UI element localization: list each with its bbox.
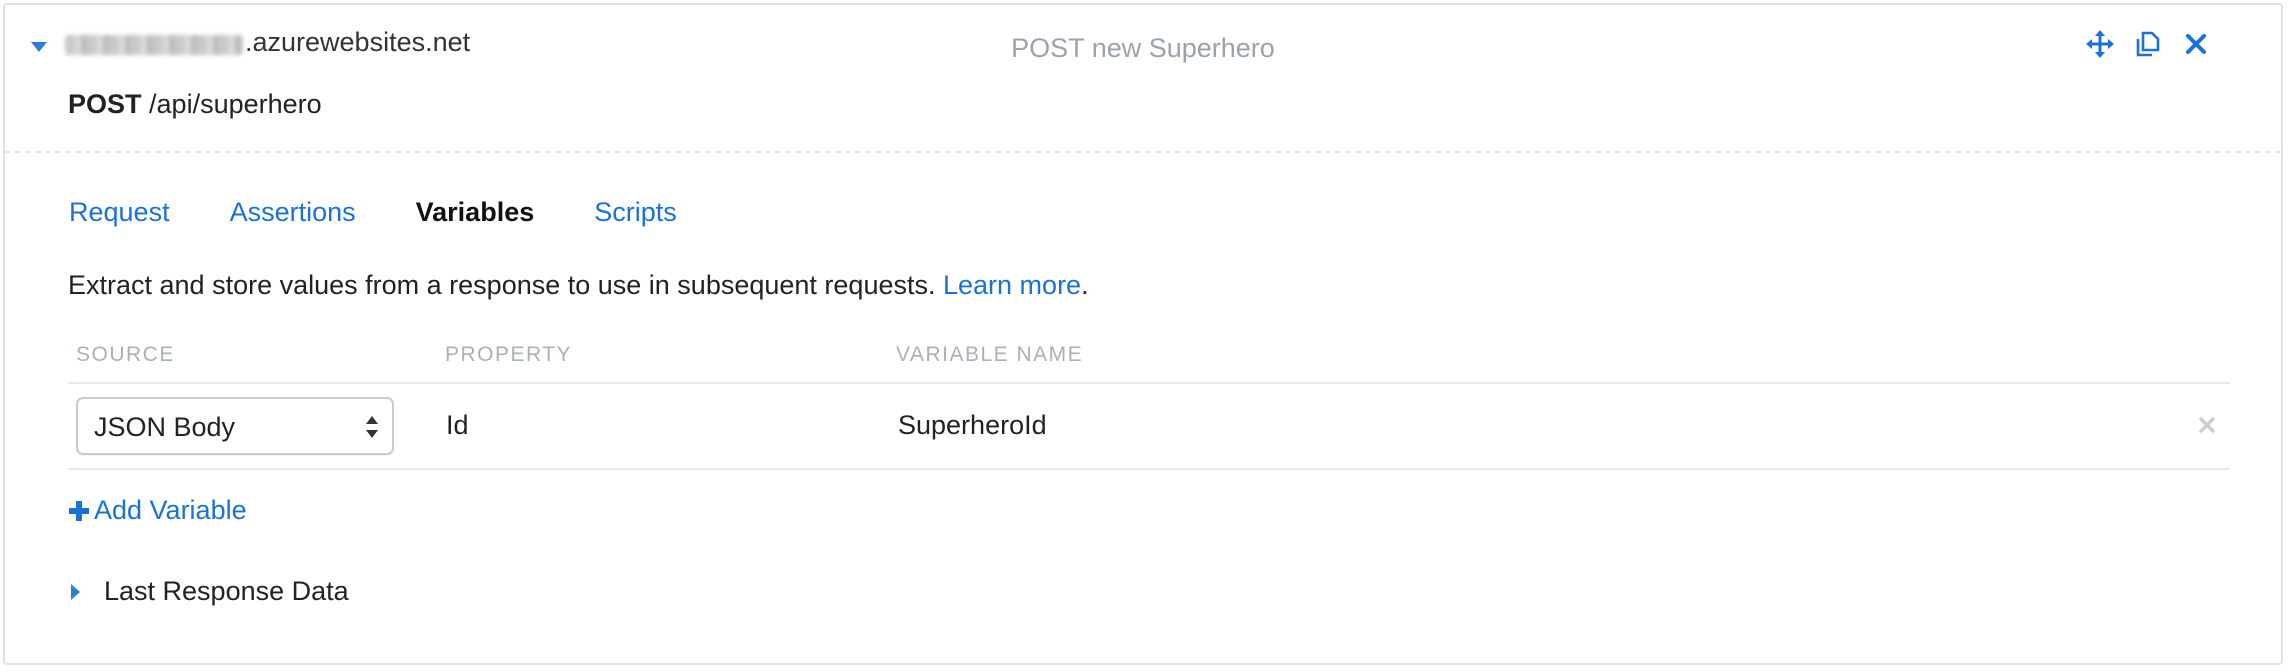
column-header-variable-name: VARIABLE NAME xyxy=(896,343,1084,366)
http-method: POST xyxy=(68,89,142,119)
step-title[interactable]: POST new Superhero xyxy=(5,33,2281,64)
tab-scripts[interactable]: Scripts xyxy=(594,197,677,228)
property-value[interactable]: Id xyxy=(446,410,469,441)
description-suffix: . xyxy=(1081,270,1089,300)
variable-name-value[interactable]: SuperheroId xyxy=(898,410,1047,441)
step-tabs: Request Assertions Variables Scripts xyxy=(69,197,677,228)
variables-description: Extract and store values from a response… xyxy=(68,270,1089,301)
source-select[interactable]: JSON Body xyxy=(76,397,394,455)
last-response-label: Last Response Data xyxy=(104,576,349,606)
test-step-panel: .azurewebsites.net POST new Superhero PO… xyxy=(3,3,2283,665)
table-row-divider xyxy=(68,468,2230,470)
tab-request[interactable]: Request xyxy=(69,197,170,228)
copy-icon[interactable] xyxy=(2133,29,2163,59)
add-variable-button[interactable]: Add Variable xyxy=(68,495,247,526)
plus-icon xyxy=(69,500,89,521)
move-icon[interactable] xyxy=(2085,29,2115,59)
close-icon[interactable] xyxy=(2181,29,2211,59)
description-text: Extract and store values from a response… xyxy=(68,270,936,300)
table-header-divider xyxy=(68,382,2230,384)
tab-assertions[interactable]: Assertions xyxy=(230,197,356,228)
expand-caret-icon xyxy=(71,583,80,600)
header-actions xyxy=(2085,29,2211,59)
column-header-source: SOURCE xyxy=(76,343,175,366)
learn-more-link[interactable]: Learn more xyxy=(943,270,1081,300)
remove-variable-icon[interactable] xyxy=(2195,413,2219,437)
add-variable-label: Add Variable xyxy=(94,495,247,525)
step-header: .azurewebsites.net POST new Superhero PO… xyxy=(5,5,2281,153)
select-arrows-icon xyxy=(366,416,378,438)
tab-variables[interactable]: Variables xyxy=(416,197,535,228)
last-response-toggle[interactable]: Last Response Data xyxy=(71,576,349,607)
column-header-property: PROPERTY xyxy=(445,343,573,366)
request-path: /api/superhero xyxy=(149,89,322,119)
source-select-value: JSON Body xyxy=(94,412,236,442)
request-line: POST /api/superhero xyxy=(68,89,322,120)
